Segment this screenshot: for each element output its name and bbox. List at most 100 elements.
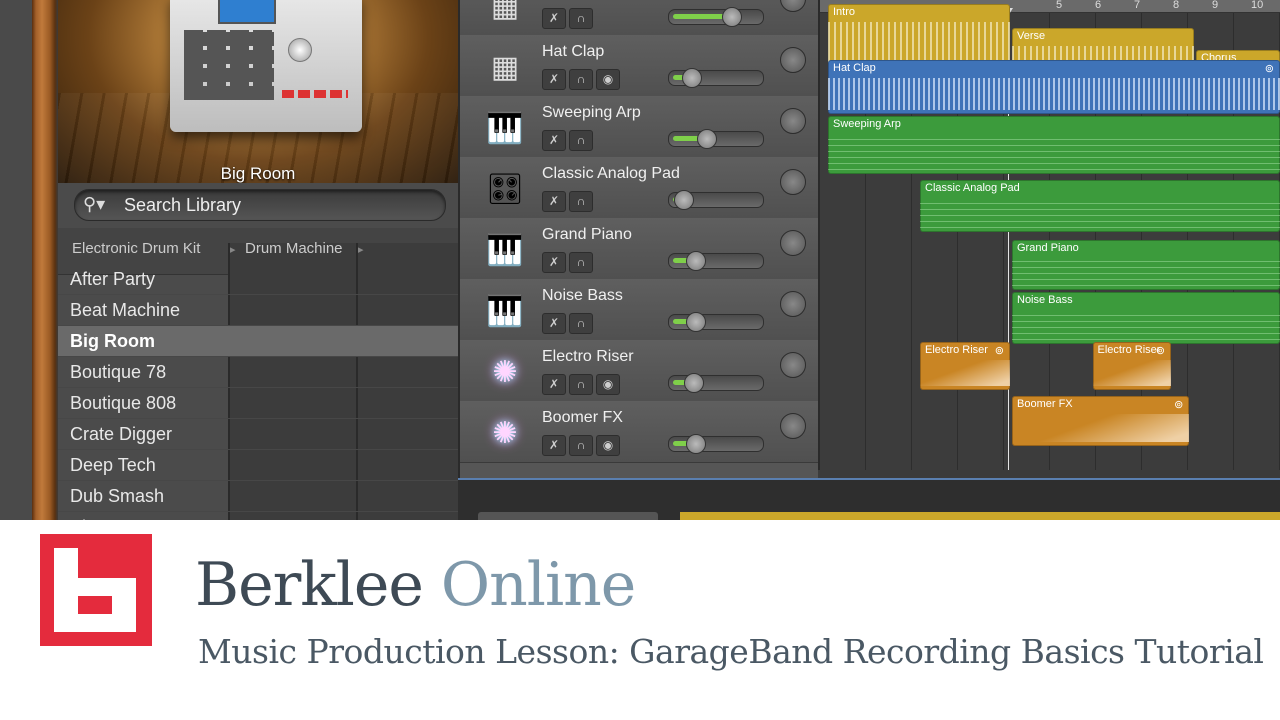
pan-knob[interactable] <box>780 352 806 378</box>
region[interactable]: Classic Analog Pad <box>920 180 1280 232</box>
pan-knob[interactable] <box>780 230 806 256</box>
volume-slider[interactable] <box>668 373 764 393</box>
region-label: Sweeping Arp <box>833 118 901 130</box>
region-label: Electro Riser <box>1097 344 1161 356</box>
region-label: Grand Piano <box>1017 242 1079 254</box>
track-header[interactable]: ▦ ✗ ∩ <box>460 0 818 36</box>
headphones-button[interactable]: ∩ <box>569 8 593 29</box>
volume-slider-handle[interactable] <box>697 129 718 149</box>
region-label: Electro Riser <box>925 344 988 356</box>
track-header[interactable]: ✺ Boomer FX ✗ ∩ ◉ <box>460 401 818 463</box>
record-enable-button[interactable]: ◉ <box>596 435 620 456</box>
track-headers: ▦ ✗ ∩ ▦ Hat Clap ✗ ∩ ◉ 🎹 Sweeping Arp ✗ ∩ 🎛 Classic A… <box>458 0 818 478</box>
brand-word-online: Online <box>440 550 636 620</box>
headphones-button[interactable]: ∩ <box>569 313 593 334</box>
region-waveform <box>920 198 1280 228</box>
record-enable-button[interactable]: ◉ <box>596 374 620 395</box>
loop-icon: ⊚ <box>1174 399 1184 411</box>
volume-slider-handle[interactable] <box>681 68 702 88</box>
volume-slider[interactable] <box>668 68 764 88</box>
list-item[interactable]: Crate Digger <box>58 419 458 450</box>
list-item[interactable]: After Party <box>58 264 458 295</box>
headphones-button[interactable]: ∩ <box>569 435 593 456</box>
loop-icon: ⊚ <box>1264 63 1274 75</box>
drum-pads <box>184 30 274 100</box>
volume-slider-handle[interactable] <box>722 7 743 27</box>
headphones-button[interactable]: ∩ <box>569 252 593 273</box>
library-search-input[interactable]: ⚲▾ Search Library <box>74 189 446 221</box>
drum-machine-screen <box>218 0 276 24</box>
region-label: Hat Clap <box>833 62 876 74</box>
volume-slider-handle[interactable] <box>686 251 707 271</box>
volume-slider-handle[interactable] <box>686 312 707 332</box>
mute-button[interactable]: ✗ <box>542 252 566 273</box>
volume-slider-handle[interactable] <box>674 190 695 210</box>
volume-slider[interactable] <box>668 129 764 149</box>
list-item[interactable]: Boutique 808 <box>58 388 458 419</box>
arrangement-area[interactable]: 567891011 IntroVerseChorusHat Clap⊚Sweep… <box>818 0 1280 470</box>
pan-knob[interactable] <box>780 413 806 439</box>
editor-region <box>680 512 1280 520</box>
region[interactable]: Boomer FX ⊚ <box>1012 396 1190 446</box>
pan-knob[interactable] <box>780 47 806 73</box>
volume-slider[interactable] <box>668 190 764 210</box>
region-label: Classic Analog Pad <box>925 182 1020 194</box>
list-item[interactable]: Beat Machine <box>58 295 458 326</box>
mute-button[interactable]: ✗ <box>542 313 566 334</box>
drum-machine-icon: ▦ <box>490 0 520 23</box>
headphones-button[interactable]: ∩ <box>569 69 593 90</box>
list-item-selected[interactable]: Big Room <box>58 326 458 357</box>
track-name: Electro Riser <box>542 348 634 365</box>
track-header[interactable]: ✺ Electro Riser ✗ ∩ ◉ <box>460 340 818 402</box>
volume-slider[interactable] <box>668 312 764 332</box>
record-enable-button[interactable]: ◉ <box>596 69 620 90</box>
analog-synth-icon: 🎛 <box>485 172 525 206</box>
list-item[interactable]: Electro Bump <box>58 512 458 520</box>
volume-slider[interactable] <box>668 251 764 271</box>
list-item[interactable]: Boutique 78 <box>58 357 458 388</box>
volume-slider-handle[interactable] <box>686 434 707 454</box>
headphones-button[interactable]: ∩ <box>569 191 593 212</box>
pan-knob[interactable] <box>780 108 806 134</box>
track-header[interactable]: ▦ Hat Clap ✗ ∩ ◉ <box>460 35 818 97</box>
track-header[interactable]: 🎛 Classic Analog Pad ✗ ∩ <box>460 157 818 219</box>
breadcrumb-item[interactable]: Drum Machine <box>245 240 343 257</box>
region[interactable]: Hat Clap ⊚ <box>828 60 1280 114</box>
region-waveform <box>1092 360 1171 386</box>
breadcrumb-item[interactable]: Electronic Drum Kit <box>72 240 200 257</box>
region-label: Boomer FX <box>1017 398 1073 410</box>
list-item[interactable]: Dub Smash <box>58 481 458 512</box>
mute-button[interactable]: ✗ <box>542 191 566 212</box>
track-name: Grand Piano <box>542 226 632 243</box>
garageband-screenshot: Big Room ⚲▾ Search Library Electronic Dr… <box>0 0 1280 520</box>
pan-knob[interactable] <box>780 0 806 12</box>
volume-slider[interactable] <box>668 7 764 27</box>
track-name: Noise Bass <box>542 287 623 304</box>
mute-button[interactable]: ✗ <box>542 69 566 90</box>
volume-slider-handle[interactable] <box>684 373 705 393</box>
track-header[interactable]: 🎹 Grand Piano ✗ ∩ <box>460 218 818 280</box>
editor-strip <box>458 478 1280 520</box>
region-waveform <box>920 360 1010 386</box>
pan-knob[interactable] <box>780 291 806 317</box>
ruler-bar-number: 5 <box>1056 0 1063 11</box>
mute-button[interactable]: ✗ <box>542 8 566 29</box>
region[interactable]: Noise Bass <box>1012 292 1280 344</box>
mute-button[interactable]: ✗ <box>542 435 566 456</box>
volume-slider[interactable] <box>668 434 764 454</box>
track-header[interactable]: 🎹 Sweeping Arp ✗ ∩ <box>460 96 818 158</box>
track-header[interactable]: 🎹 Noise Bass ✗ ∩ <box>460 279 818 341</box>
region[interactable]: Electro Riser ⊚ <box>1092 342 1171 390</box>
patch-stage: Big Room <box>58 0 458 183</box>
headphones-button[interactable]: ∩ <box>569 374 593 395</box>
region[interactable]: Grand Piano <box>1012 240 1280 290</box>
pan-knob[interactable] <box>780 169 806 195</box>
drum-machine-knob <box>288 38 312 62</box>
region[interactable]: Electro Riser ⊚ <box>920 342 1010 390</box>
mute-button[interactable]: ✗ <box>542 130 566 151</box>
region-waveform <box>1012 310 1280 340</box>
list-item[interactable]: Deep Tech <box>58 450 458 481</box>
mute-button[interactable]: ✗ <box>542 374 566 395</box>
headphones-button[interactable]: ∩ <box>569 130 593 151</box>
region[interactable]: Sweeping Arp <box>828 116 1280 174</box>
